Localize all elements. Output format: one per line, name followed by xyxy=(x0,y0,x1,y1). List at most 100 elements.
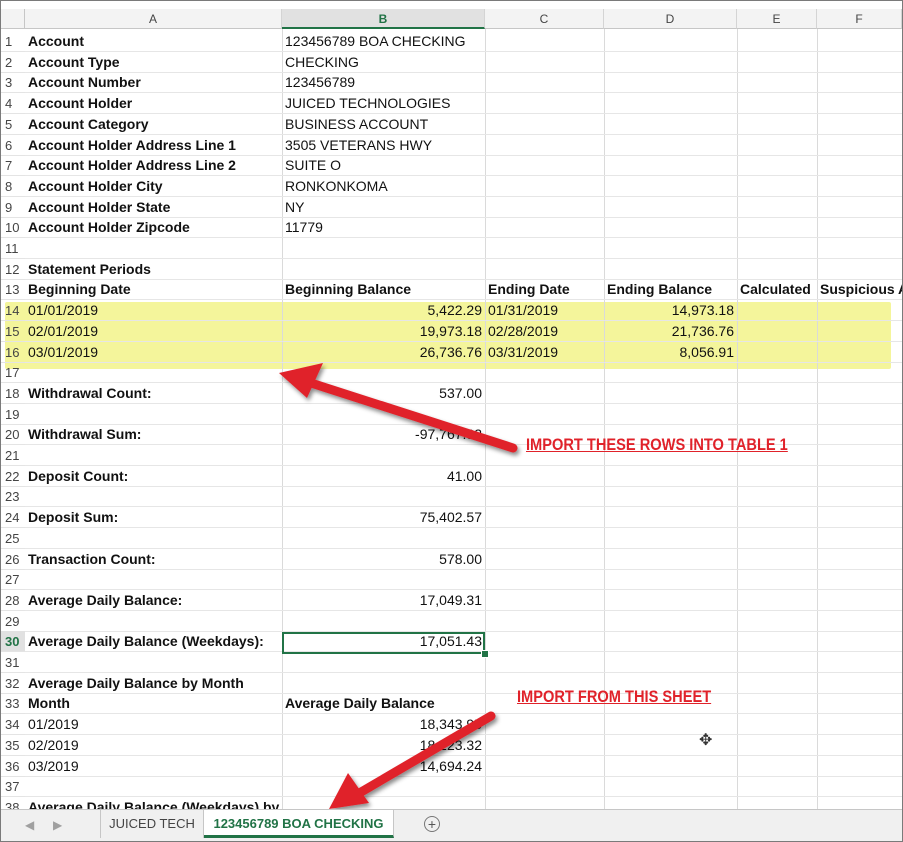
cell-b5[interactable]: BUSINESS ACCOUNT xyxy=(282,114,485,135)
cell-a3[interactable]: Account Number xyxy=(25,72,282,93)
column-header-e[interactable]: E xyxy=(737,9,817,29)
cell-a34[interactable]: 01/2019 xyxy=(25,714,282,735)
cell-a22[interactable]: Deposit Count: xyxy=(25,466,282,487)
select-all-corner[interactable] xyxy=(1,9,25,29)
cell-a24[interactable]: Deposit Sum: xyxy=(25,507,282,528)
cell-c15[interactable]: 02/28/2019 xyxy=(485,321,604,342)
cell-a1[interactable]: Account xyxy=(25,31,282,52)
cell-b35[interactable]: 18,223.32 xyxy=(282,735,485,756)
row-header-37[interactable]: 37 xyxy=(1,776,25,797)
cell-b20[interactable]: -97,767.32 xyxy=(282,424,485,445)
cell-a4[interactable]: Account Holder xyxy=(25,93,282,114)
cell-d13[interactable]: Ending Balance xyxy=(604,279,737,300)
active-cell-b30[interactable] xyxy=(282,632,485,654)
cell-a2[interactable]: Account Type xyxy=(25,52,282,73)
row-header-10[interactable]: 10 xyxy=(1,217,25,238)
cell-a14[interactable]: 01/01/2019 xyxy=(25,300,282,321)
cell-a12[interactable]: Statement Periods xyxy=(25,259,282,280)
cell-b36[interactable]: 14,694.24 xyxy=(282,756,485,777)
row-header-29[interactable]: 29 xyxy=(1,611,25,632)
row-header-12[interactable]: 12 xyxy=(1,259,25,280)
cell-a35[interactable]: 02/2019 xyxy=(25,735,282,756)
prev-sheet-icon[interactable]: ◀ xyxy=(25,818,34,832)
cell-c13[interactable]: Ending Date xyxy=(485,279,604,300)
cell-a32[interactable]: Average Daily Balance by Month xyxy=(25,673,282,694)
fill-handle[interactable] xyxy=(481,650,489,658)
cell-b33[interactable]: Average Daily Balance xyxy=(282,693,485,714)
row-header-1[interactable]: 1 xyxy=(1,31,25,52)
row-header-25[interactable]: 25 xyxy=(1,528,25,549)
row-header-27[interactable]: 27 xyxy=(1,569,25,590)
cell-b22[interactable]: 41.00 xyxy=(282,466,485,487)
row-header-38[interactable]: 38 xyxy=(1,797,25,809)
column-header-b[interactable]: B xyxy=(282,9,485,29)
row-header-33[interactable]: 33 xyxy=(1,693,25,714)
row-header-26[interactable]: 26 xyxy=(1,549,25,570)
cell-a10[interactable]: Account Holder Zipcode xyxy=(25,217,282,238)
cell-b15[interactable]: 19,973.18 xyxy=(282,321,485,342)
cell-a7[interactable]: Account Holder Address Line 2 xyxy=(25,155,282,176)
cell-b28[interactable]: 17,049.31 xyxy=(282,590,485,611)
cell-b1[interactable]: 123456789 BOA CHECKING xyxy=(282,31,485,52)
cell-b26[interactable]: 578.00 xyxy=(282,549,485,570)
cell-a15[interactable]: 02/01/2019 xyxy=(25,321,282,342)
cell-a8[interactable]: Account Holder City xyxy=(25,176,282,197)
row-header-15[interactable]: 15 xyxy=(1,321,25,342)
cell-a30[interactable]: Average Daily Balance (Weekdays): xyxy=(25,631,282,652)
row-header-11[interactable]: 11 xyxy=(1,238,25,259)
row-header-14[interactable]: 14 xyxy=(1,300,25,321)
cell-b4[interactable]: JUICED TECHNOLOGIES xyxy=(282,93,485,114)
row-header-9[interactable]: 9 xyxy=(1,197,25,218)
cell-d16[interactable]: 8,056.91 xyxy=(604,342,737,363)
row-header-34[interactable]: 34 xyxy=(1,714,25,735)
cell-a5[interactable]: Account Category xyxy=(25,114,282,135)
cell-b24[interactable]: 75,402.57 xyxy=(282,507,485,528)
cell-a36[interactable]: 03/2019 xyxy=(25,756,282,777)
row-header-35[interactable]: 35 xyxy=(1,735,25,756)
cell-d14[interactable]: 14,973.18 xyxy=(604,300,737,321)
cell-b2[interactable]: CHECKING xyxy=(282,52,485,73)
cell-b6[interactable]: 3505 VETERANS HWY xyxy=(282,135,485,156)
row-header-20[interactable]: 20 xyxy=(1,424,25,445)
column-header-c[interactable]: C xyxy=(485,9,604,29)
cell-b14[interactable]: 5,422.29 xyxy=(282,300,485,321)
cell-b3[interactable]: 123456789 xyxy=(282,72,485,93)
cell-a33[interactable]: Month xyxy=(25,693,282,714)
add-sheet-button[interactable]: + xyxy=(424,816,440,832)
row-header-31[interactable]: 31 xyxy=(1,652,25,673)
cell-a6[interactable]: Account Holder Address Line 1 xyxy=(25,135,282,156)
row-header-28[interactable]: 28 xyxy=(1,590,25,611)
row-header-4[interactable]: 4 xyxy=(1,93,25,114)
next-sheet-icon[interactable]: ▶ xyxy=(53,818,62,832)
cell-e13[interactable]: Calculated xyxy=(737,279,817,300)
cell-d15[interactable]: 21,736.76 xyxy=(604,321,737,342)
row-header-7[interactable]: 7 xyxy=(1,155,25,176)
cell-a28[interactable]: Average Daily Balance: xyxy=(25,590,282,611)
row-header-21[interactable]: 21 xyxy=(1,445,25,466)
column-header-f[interactable]: F xyxy=(817,9,902,29)
row-header-2[interactable]: 2 xyxy=(1,52,25,73)
row-header-5[interactable]: 5 xyxy=(1,114,25,135)
row-header-36[interactable]: 36 xyxy=(1,756,25,777)
cell-b34[interactable]: 18,343.95 xyxy=(282,714,485,735)
row-header-23[interactable]: 23 xyxy=(1,486,25,507)
column-header-d[interactable]: D xyxy=(604,9,737,29)
row-header-16[interactable]: 16 xyxy=(1,342,25,363)
row-header-8[interactable]: 8 xyxy=(1,176,25,197)
row-header-22[interactable]: 22 xyxy=(1,466,25,487)
cell-b10[interactable]: 11779 xyxy=(282,217,485,238)
cell-a38[interactable]: Average Daily Balance (Weekdays) by Mont… xyxy=(25,797,282,809)
row-header-19[interactable]: 19 xyxy=(1,404,25,425)
cell-b9[interactable]: NY xyxy=(282,197,485,218)
cell-b18[interactable]: 537.00 xyxy=(282,383,485,404)
cell-b13[interactable]: Beginning Balance xyxy=(282,279,485,300)
sheet-tab-juiced-tech[interactable]: JUICED TECH xyxy=(100,810,204,838)
sheet-tab-boa-checking[interactable]: 123456789 BOA CHECKING xyxy=(204,810,394,838)
cell-a13[interactable]: Beginning Date xyxy=(25,279,282,300)
cell-b7[interactable]: SUITE O xyxy=(282,155,485,176)
cell-a26[interactable]: Transaction Count: xyxy=(25,549,282,570)
row-header-17[interactable]: 17 xyxy=(1,362,25,383)
cell-c14[interactable]: 01/31/2019 xyxy=(485,300,604,321)
row-header-30[interactable]: 30 xyxy=(1,631,25,652)
row-header-24[interactable]: 24 xyxy=(1,507,25,528)
